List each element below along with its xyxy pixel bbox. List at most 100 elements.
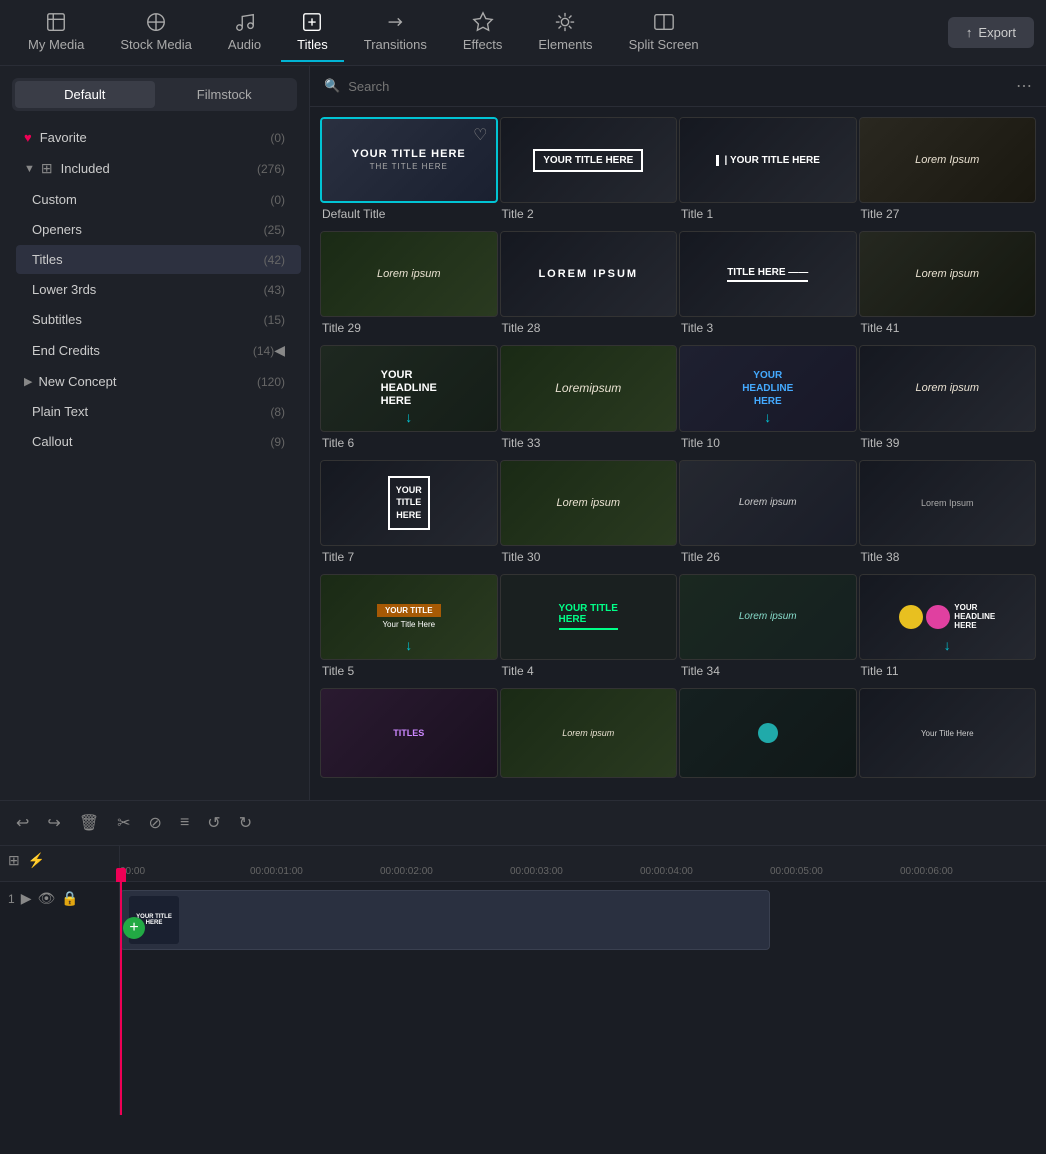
title-card-title-5[interactable]: YOUR TITLE Your Title Here ↓ Title 5: [320, 574, 498, 686]
timeline-area: ⊞ ⚡ 00:00 00:00:01:00 00:00:02:00 00:00:…: [0, 845, 1046, 1115]
titles-grid: YOUR TITLE HERETHE TITLE HERE ♡ Default …: [310, 107, 1046, 800]
timeline-body: 1 ▶ 👁 🔒 YOUR TITLE HERE +: [0, 882, 1046, 1115]
sidebar-item-plain-text[interactable]: Plain Text (8): [16, 397, 301, 426]
download-icon: ↓: [944, 637, 951, 653]
title-card-title-29[interactable]: Lorem ipsum Title 29: [320, 231, 498, 343]
snap-button[interactable]: ⚡: [28, 852, 45, 869]
ruler-left-spacer: ⊞ ⚡: [0, 846, 120, 877]
nav-item-transitions[interactable]: Transitions: [348, 3, 443, 62]
ruler-marks: 00:00 00:00:01:00 00:00:02:00 00:00:03:0…: [120, 866, 1046, 877]
ruler-mark-4: 00:00:04:00: [640, 866, 770, 877]
video-track-icon: ▶: [21, 890, 32, 907]
nav-item-elements[interactable]: Elements: [522, 3, 608, 62]
search-input[interactable]: [348, 79, 1008, 94]
sidebar-item-new-concept[interactable]: ▶ New Concept (120): [8, 367, 301, 396]
chevron-down-icon: ▼: [24, 163, 35, 175]
nav-item-split-screen[interactable]: Split Screen: [613, 3, 715, 62]
title-card-partial-3[interactable]: [679, 688, 857, 790]
timeline-ruler: ⊞ ⚡ 00:00 00:00:01:00 00:00:02:00 00:00:…: [0, 846, 1046, 882]
title-card-title-33[interactable]: Loremipsum Title 33: [500, 345, 678, 457]
title-card-partial-1[interactable]: Titles: [320, 688, 498, 790]
title-card-title-34[interactable]: Lorem ipsum Title 34: [679, 574, 857, 686]
ruler-mark-0: 00:00: [120, 866, 250, 877]
title-card-title-2[interactable]: YOUR TITLE HERE Title 2: [500, 117, 678, 229]
title-card-title-38[interactable]: Lorem Ipsum Title 38: [859, 460, 1037, 572]
search-icon: 🔍: [324, 78, 340, 94]
title-card-title-6[interactable]: YOURHEADLINEHERE ↓ Title 6: [320, 345, 498, 457]
title-card-title-39[interactable]: Lorem ipsum Title 39: [859, 345, 1037, 457]
rotate-left-button[interactable]: ↺: [203, 809, 224, 837]
align-button[interactable]: ≡: [176, 810, 193, 836]
playhead[interactable]: [120, 882, 122, 1115]
redo-button[interactable]: ↪: [43, 809, 64, 837]
title-card-title-10[interactable]: YOURHEADLINEHERE ↓ Title 10: [679, 345, 857, 457]
title-card-title-7[interactable]: YOURTITLEHERE Title 7: [320, 460, 498, 572]
nav-item-titles[interactable]: Titles: [281, 3, 344, 62]
chevron-right-icon: ▶: [24, 375, 32, 388]
title-card-title-1[interactable]: | YOUR TITLE HERE Title 1: [679, 117, 857, 229]
sidebar-tabs: Default Filmstock: [12, 78, 297, 111]
playhead-handle[interactable]: [116, 868, 126, 882]
sidebar-item-included[interactable]: ▼ ⊞ Included (276): [8, 153, 301, 184]
nav-item-audio[interactable]: Audio: [212, 3, 277, 62]
download-icon: ↓: [405, 409, 412, 425]
sidebar-item-openers[interactable]: Openers (25): [16, 215, 301, 244]
eye-icon[interactable]: 👁: [37, 890, 55, 907]
nav-items: My Media Stock Media Audio Titles Transi…: [12, 3, 948, 62]
title-card-title-41[interactable]: Lorem ipsum Title 41: [859, 231, 1037, 343]
title-card-title-11[interactable]: YOURHEADLINEHERE ↓ Title 11: [859, 574, 1037, 686]
add-to-timeline-button[interactable]: +: [123, 917, 145, 939]
ruler-mark-2: 00:00:02:00: [380, 866, 510, 877]
export-button[interactable]: ↑ Export: [948, 17, 1034, 48]
title-card-title-27[interactable]: Lorem Ipsum Title 27: [859, 117, 1037, 229]
ruler-mark-6: 00:00:06:00: [900, 866, 1030, 877]
sidebar: Default Filmstock ♥ Favorite (0) ▼ ⊞ Inc…: [0, 66, 310, 800]
title-card-title-3[interactable]: TITLE HERE —— Title 3: [679, 231, 857, 343]
collapse-icon: ◀: [274, 342, 285, 359]
lock-icon[interactable]: 🔒: [61, 890, 78, 907]
heart-icon: ♥: [24, 130, 32, 145]
cut-button[interactable]: ✂: [113, 809, 134, 837]
sidebar-tab-filmstock[interactable]: Filmstock: [155, 81, 295, 108]
track-clip[interactable]: YOUR TITLE HERE +: [120, 890, 770, 950]
add-track-button[interactable]: ⊞: [8, 852, 20, 869]
title-card-default-title[interactable]: YOUR TITLE HERETHE TITLE HERE ♡ Default …: [320, 117, 498, 229]
rotate-right-button[interactable]: ↻: [235, 809, 256, 837]
top-nav: My Media Stock Media Audio Titles Transi…: [0, 0, 1046, 66]
title-card-title-30[interactable]: Lorem ipsum Title 30: [500, 460, 678, 572]
ruler-mark-5: 00:00:05:00: [770, 866, 900, 877]
title-card-title-28[interactable]: LOREM IPSUM Title 28: [500, 231, 678, 343]
search-bar: 🔍 ⋯: [310, 66, 1046, 107]
ruler-mark-1: 00:00:01:00: [250, 866, 380, 877]
sidebar-item-lower3rds[interactable]: Lower 3rds (43): [16, 275, 301, 304]
undo-button[interactable]: ↩: [12, 809, 33, 837]
title-card-partial-2[interactable]: Lorem ipsum: [500, 688, 678, 790]
layer-number: 1: [8, 892, 15, 906]
no-cut-button[interactable]: ⊘: [145, 809, 166, 837]
title-card-title-4[interactable]: YOUR TITLEHERE Title 4: [500, 574, 678, 686]
grid-icon: ⊞: [41, 160, 53, 177]
content-panel: 🔍 ⋯ YOUR TITLE HERETHE TITLE HERE ♡ Defa…: [310, 66, 1046, 800]
delete-button[interactable]: 🗑: [75, 809, 103, 837]
sidebar-item-custom[interactable]: Custom (0): [16, 185, 301, 214]
sidebar-item-end-credits[interactable]: End Credits (14) ◀: [16, 335, 301, 366]
export-icon: ↑: [966, 25, 973, 40]
sidebar-item-subtitles[interactable]: Subtitles (15): [16, 305, 301, 334]
nav-item-my-media[interactable]: My Media: [12, 3, 100, 62]
sidebar-item-titles[interactable]: Titles (42): [16, 245, 301, 274]
nav-item-effects[interactable]: Effects: [447, 3, 519, 62]
grid-view-toggle[interactable]: ⋯: [1016, 76, 1032, 96]
track-icons: 1 ▶ 👁 🔒: [8, 890, 79, 907]
ruler-mark-3: 00:00:03:00: [510, 866, 640, 877]
favorite-heart-icon[interactable]: ♡: [473, 125, 487, 145]
sidebar-item-callout[interactable]: Callout (9): [16, 427, 301, 456]
title-card-title-26[interactable]: Lorem ipsum Title 26: [679, 460, 857, 572]
sidebar-tab-default[interactable]: Default: [15, 81, 155, 108]
track-area: YOUR TITLE HERE +: [120, 882, 1046, 1115]
sidebar-item-favorite[interactable]: ♥ Favorite (0): [8, 123, 301, 152]
track-controls: 1 ▶ 👁 🔒: [0, 882, 120, 1115]
main-content: Default Filmstock ♥ Favorite (0) ▼ ⊞ Inc…: [0, 66, 1046, 800]
title-card-partial-4[interactable]: Your Title Here: [859, 688, 1037, 790]
download-icon: ↓: [764, 409, 771, 425]
nav-item-stock-media[interactable]: Stock Media: [104, 3, 208, 62]
